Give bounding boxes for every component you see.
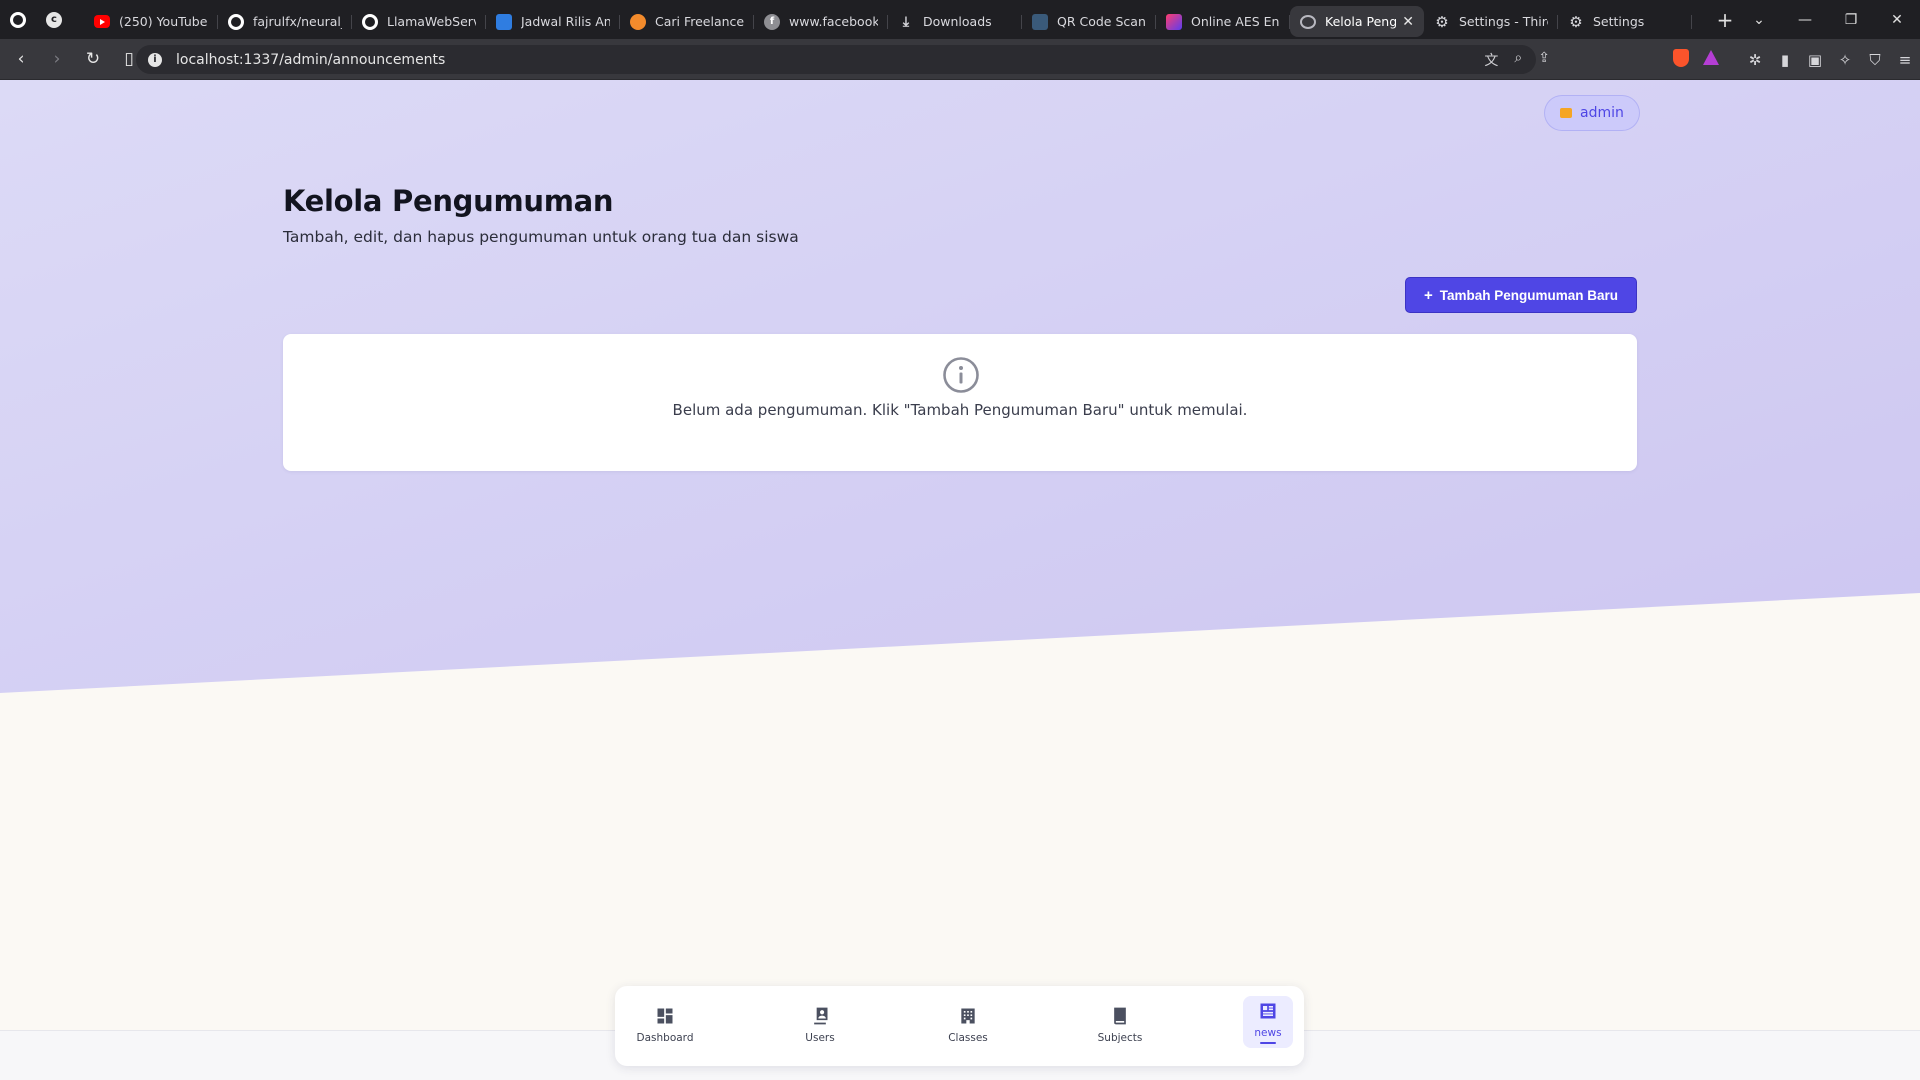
nav-item-classes[interactable]: Classes [938,1000,998,1050]
empty-state-card: Belum ada pengumuman. Klik "Tambah Pengu… [283,334,1637,471]
book-icon [1114,1007,1126,1025]
tab-list-chevron-icon[interactable]: ⌄ [1736,12,1782,28]
nav-label: Dashboard [636,1032,694,1044]
globe-icon [1300,14,1316,29]
share-icon[interactable]: ⇪ [1538,50,1550,70]
site-icon [630,13,646,30]
download-icon: ⤓ [902,13,910,30]
site-icon [496,13,512,30]
page-subtitle: Tambah, edit, dan hapus pengumuman untuk… [283,228,799,246]
nav-item-news[interactable]: news [1243,996,1293,1048]
sidebar-icon[interactable]: ▮ [1770,51,1800,69]
browser-tab[interactable]: fwww.facebook.c [754,6,888,37]
dashboard-icon [657,1008,673,1024]
gear-icon: ⚙ [1435,12,1449,31]
window-controls: ⌄ — ❐ ✕ [1736,0,1920,39]
youtube-icon [94,15,110,28]
user-menu-button[interactable]: admin [1544,95,1640,131]
close-window-icon[interactable]: ✕ [1874,12,1920,28]
user-icon [1560,108,1572,118]
forward-icon[interactable]: › [42,44,72,74]
gear-icon: ⚙ [1569,12,1583,31]
restore-icon[interactable]: ❐ [1828,12,1874,28]
extension-toolbar: ✲ ▮ ▣ ✧ ⛉ ≡ [1666,45,1920,74]
url-actions: 文 ⌕ ⇪ [1484,50,1550,70]
nav-label: news [1254,1026,1282,1039]
add-announcement-label: Tambah Pengumuman Baru [1439,287,1619,303]
active-indicator [1260,1041,1276,1044]
pinned-tab-app[interactable]: c [36,0,72,39]
vpn-icon[interactable]: ⛉ [1860,51,1890,69]
browser-tab[interactable]: (250) YouTube [84,6,218,37]
site-info-icon[interactable]: i [148,52,162,67]
minimize-icon[interactable]: — [1782,12,1828,28]
user-label: admin [1580,105,1624,121]
browser-tab[interactable]: fajrulfx/neural_n [218,6,352,37]
url-text: localhost:1337/admin/announcements [176,51,446,68]
nav-label: Users [805,1032,835,1044]
page-viewport: admin Kelola Pengumuman Tambah, edit, da… [0,80,1920,1080]
browser-tab[interactable]: QR Code Scann [1022,6,1156,37]
github-icon [362,13,378,30]
info-icon [943,357,979,393]
github-icon [228,13,244,30]
browser-tab[interactable]: ⤓ Downloads [888,6,1022,37]
users-icon [812,1007,828,1025]
nav-item-users[interactable]: Users [792,1000,848,1050]
brave-shields-icon[interactable] [1666,48,1696,71]
browser-tab-active[interactable]: Kelola Peng ✕ [1290,6,1424,37]
nav-item-dashboard[interactable]: Dashboard [633,1000,697,1050]
nav-label: Classes [948,1032,988,1044]
reload-icon[interactable]: ↻ [78,44,108,74]
browser-tab[interactable]: Jadwal Rilis Ani [486,6,620,37]
extensions-icon[interactable]: ✲ [1740,51,1770,69]
news-icon [1260,1003,1276,1018]
qr-icon [1032,13,1048,30]
wallet-icon[interactable]: ▣ [1800,51,1830,69]
nav-label: Subjects [1097,1032,1143,1044]
site-icon [1166,13,1182,30]
nav-item-subjects[interactable]: Subjects [1088,1000,1152,1050]
translate-icon[interactable]: 文 [1484,50,1498,70]
back-icon[interactable]: ‹ [6,44,36,74]
github-icon [10,11,26,28]
pinned-tab-github[interactable] [0,0,36,39]
building-icon [961,1008,975,1024]
empty-state-message: Belum ada pengumuman. Klik "Tambah Pengu… [672,401,1248,419]
page-title: Kelola Pengumuman [283,184,614,218]
zoom-icon[interactable]: ⌕ [1514,50,1522,70]
browser-tab[interactable]: ⚙ Settings [1558,6,1692,37]
browser-toolbar: ‹ › ↻ ▯ i localhost:1337/admin/announcem… [0,39,1920,80]
address-bar[interactable]: i localhost:1337/admin/announcements [136,45,1536,74]
app-icon: c [46,11,62,28]
browser-tab[interactable]: LlamaWebServe [352,6,486,37]
close-tab-icon[interactable]: ✕ [1402,14,1414,30]
browser-tab[interactable]: ⚙ Settings - Third [1424,6,1558,37]
browser-tab[interactable]: Online AES Enc [1156,6,1290,37]
facebook-icon: f [764,13,780,30]
brave-rewards-icon[interactable] [1696,50,1726,69]
add-announcement-button[interactable]: + Tambah Pengumuman Baru [1405,277,1637,313]
leo-ai-icon[interactable]: ✧ [1830,51,1860,69]
bottom-navigation: Dashboard Users Classes Subjects news [615,986,1304,1066]
browser-tab[interactable]: Cari Freelancer I [620,6,754,37]
menu-icon[interactable]: ≡ [1890,51,1920,69]
browser-tab-bar: c (250) YouTube fajrulfx/neural_n LlamaW… [0,0,1920,39]
plus-icon: + [1423,286,1433,304]
